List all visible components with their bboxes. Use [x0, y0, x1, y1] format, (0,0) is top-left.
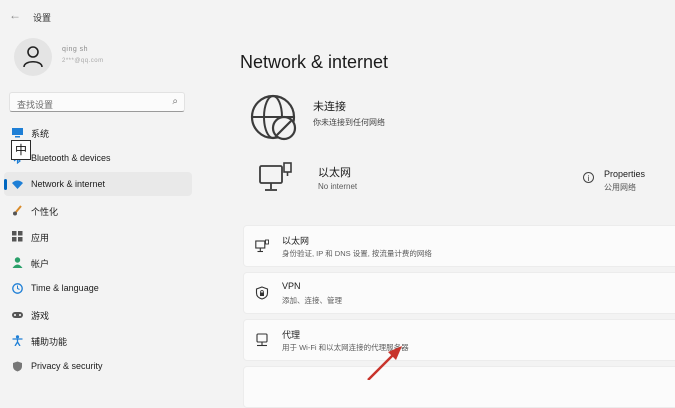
user-email: 2***@qq.com: [62, 58, 104, 64]
card-title: VPN: [282, 281, 301, 291]
ethernet-name: 以太网: [318, 167, 351, 179]
sidebar-item-time-language[interactable]: Time & language: [4, 276, 192, 300]
sidebar-item-label: 应用: [31, 233, 50, 243]
ethernet-settings-card[interactable]: 以太网 身份验证, IP 和 DNS 设置, 按流量计费的网络: [243, 225, 675, 267]
sidebar-item-label: Time & language: [31, 283, 99, 293]
card-title: 以太网: [282, 236, 310, 246]
wifi-icon: [12, 180, 23, 189]
globe-disconnected-icon: [250, 94, 297, 141]
globe-clock-icon: [12, 283, 23, 294]
card-title: 代理: [282, 330, 301, 340]
ethernet-monitor-icon: [259, 162, 292, 191]
proxy-settings-card[interactable]: 代理 用于 Wi-Fi 和以太网连接的代理服务器: [243, 319, 675, 361]
sidebar-item-accessibility[interactable]: 辅助功能: [4, 328, 192, 352]
sidebar-item-label: Network & internet: [31, 179, 106, 189]
connection-status-subtitle: 你未连接到任何网络: [313, 118, 385, 127]
annotation-arrow: [367, 346, 402, 380]
sidebar-item-system[interactable]: 系统: [4, 120, 192, 144]
selection-indicator: [4, 179, 7, 190]
sidebar-item-label: Bluetooth & devices: [31, 153, 111, 163]
sidebar-item-label: 个性化: [31, 207, 59, 217]
info-icon[interactable]: i: [583, 172, 594, 183]
back-arrow-icon[interactable]: ←: [9, 8, 21, 22]
ethernet-icon: [255, 239, 269, 253]
card-description: 添加、连接、管理: [282, 296, 342, 305]
sidebar-item-label: Privacy & security: [31, 361, 103, 371]
vpn-settings-card[interactable]: VPN 添加、连接、管理: [243, 272, 675, 314]
avatar[interactable]: [14, 38, 52, 76]
connection-status-title: 未连接: [313, 101, 346, 113]
sidebar-item-label: 帐户: [31, 259, 50, 269]
sidebar-item-privacy[interactable]: Privacy & security: [4, 354, 192, 378]
shield-icon: [13, 361, 22, 372]
search-placeholder: 查找设置: [17, 100, 54, 110]
sidebar-item-label: 游戏: [31, 311, 50, 321]
sidebar-item-apps[interactable]: 应用: [4, 224, 192, 248]
gaming-icon: [12, 312, 23, 318]
title-bar: ← 设置: [0, 0, 675, 32]
app-title: 设置: [33, 13, 52, 23]
accessibility-icon: [12, 335, 23, 346]
page-title: Network & internet: [240, 52, 389, 72]
sidebar-item-bluetooth[interactable]: Bluetooth & devices: [4, 146, 192, 170]
sidebar-item-network[interactable]: Network & internet: [4, 172, 192, 196]
apps-icon: [12, 231, 23, 242]
sidebar-item-label: 辅助功能: [31, 337, 68, 347]
next-settings-card[interactable]: [243, 366, 675, 408]
network-profile-type: 公用网络: [604, 183, 636, 192]
sidebar-item-accounts[interactable]: 帐户: [4, 250, 192, 274]
account-icon: [12, 257, 23, 268]
search-input[interactable]: 查找设置 ⌕: [9, 92, 185, 112]
proxy-icon: [256, 333, 268, 347]
ethernet-status-card: 以太网 No internet i Properties 公用网络: [243, 148, 675, 212]
properties-link[interactable]: Properties: [604, 169, 645, 179]
system-icon: [12, 128, 23, 138]
sidebar-item-gaming[interactable]: 游戏: [4, 302, 192, 326]
sidebar-item-label: 系统: [31, 129, 50, 139]
brush-icon: [13, 205, 22, 216]
ethernet-status: No internet: [318, 182, 358, 191]
user-name: qing sh: [62, 46, 89, 53]
sidebar-item-personalization[interactable]: 个性化: [4, 198, 192, 222]
person-icon: [23, 46, 43, 68]
search-icon[interactable]: ⌕: [172, 96, 178, 107]
ime-indicator[interactable]: 中: [11, 140, 31, 160]
card-description: 身份验证, IP 和 DNS 设置, 按流量计费的网络: [282, 249, 432, 258]
vpn-shield-icon: [255, 286, 269, 300]
